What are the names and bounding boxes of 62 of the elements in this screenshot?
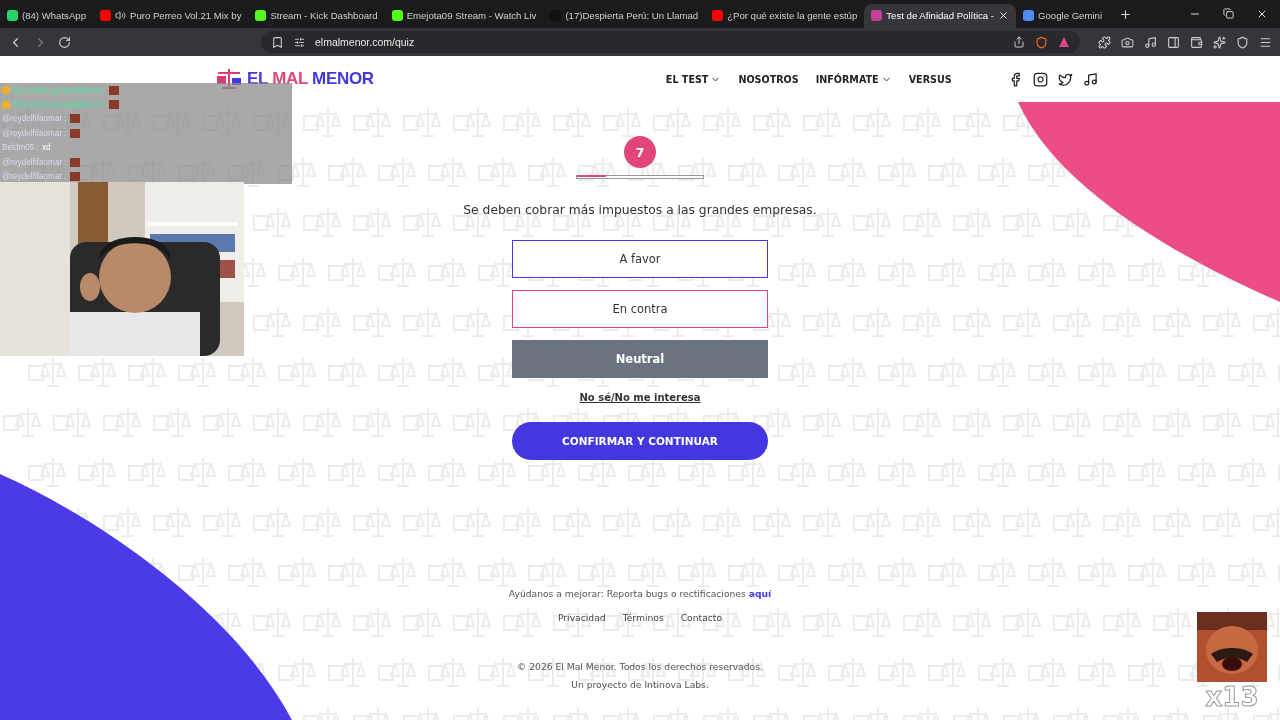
nav-link[interactable]: VERSUS <box>908 73 952 85</box>
copyright-text: © 2026 El Mal Menor. Todos los derechos reservados. <box>517 661 763 672</box>
chat-message: xd <box>41 143 51 153</box>
answer-button[interactable]: Neutral <box>512 340 768 378</box>
chat-username: ElLocoDeLaCasaBlanca : <box>13 100 107 110</box>
credit-text: Un proyecto de Intinova Labs. <box>571 679 709 690</box>
favicon-icon <box>100 10 111 21</box>
camera-icon[interactable] <box>1121 35 1134 49</box>
nav-link[interactable]: NOSOTROS <box>738 73 799 85</box>
browser-tab[interactable]: Puro Perreo Vol.21 Mix by <box>93 3 249 28</box>
new-tab-icon[interactable] <box>1119 7 1133 21</box>
chat-username: Beldm05 : <box>2 143 39 153</box>
chat-username: @reydelfifaomar : <box>2 172 67 182</box>
browser-tab[interactable]: Emejota09 Stream - Watch Liv <box>384 3 544 28</box>
footer-link[interactable]: Términos <box>622 612 664 623</box>
browser-tab[interactable]: Test de Afinidad Política - <box>864 3 1017 28</box>
close-icon[interactable] <box>1256 8 1268 20</box>
favicon-icon <box>391 10 403 21</box>
shield-icon[interactable] <box>1035 35 1048 49</box>
chat-username: ElLocoDeLaCasaBlanca : <box>13 85 107 95</box>
browser-tab[interactable]: Google Gemini <box>1016 3 1110 28</box>
bookmark-icon[interactable] <box>271 35 284 49</box>
share-icon[interactable] <box>1013 36 1025 48</box>
address-bar[interactable]: elmalmenor.com/quiz <box>261 31 1080 53</box>
site-info-icon[interactable] <box>294 36 305 48</box>
sidebar-icon[interactable] <box>1167 35 1180 49</box>
footer-link[interactable]: Privacidad <box>557 612 606 623</box>
browser-tab[interactable]: (17)Despierta Perú: Un Llamad <box>543 3 706 28</box>
confirm-button[interactable]: CONFIRMAR Y CONTINUAR <box>512 422 768 460</box>
nav-link[interactable]: EL TEST <box>665 73 722 85</box>
shield-icon[interactable] <box>1236 35 1249 49</box>
footer-link[interactable]: Contacto <box>680 612 723 623</box>
combo-count: x13 <box>1205 682 1259 712</box>
restore-icon[interactable] <box>1223 8 1234 19</box>
browser-tab[interactable]: ¿Por qué existe la gente estúp <box>705 3 865 28</box>
bird-icon[interactable] <box>1057 71 1073 87</box>
menu-icon[interactable] <box>1259 35 1272 49</box>
music-icon[interactable] <box>1082 71 1098 87</box>
question-text: Se deben cobrar más impuestos a las grandes empresas. <box>463 203 817 217</box>
triangle-icon[interactable] <box>1058 36 1070 48</box>
chat-username: @reydelfifaomar : <box>2 157 67 167</box>
reload-icon[interactable] <box>58 35 71 49</box>
music-icon[interactable] <box>1144 35 1157 49</box>
chat-username: @reydelfifaomar : <box>2 114 67 124</box>
extensions-icon[interactable] <box>1098 35 1111 49</box>
favicon-icon <box>871 10 883 21</box>
skip-link[interactable]: No sé/No me interesa <box>579 392 701 403</box>
question-number: 7 <box>624 136 656 168</box>
browser-tab[interactable]: Stream - Kick Dashboard <box>248 3 385 28</box>
feedback-link[interactable]: aquí <box>748 588 772 599</box>
chat-username: @reydelfifaomar : <box>2 128 67 138</box>
answer-button[interactable]: A favor <box>512 240 768 278</box>
favicon-icon <box>712 10 724 21</box>
wallet-icon[interactable] <box>1190 35 1203 49</box>
close-icon[interactable] <box>998 10 1010 21</box>
browser-tab[interactable]: (84) WhatsApp <box>0 3 93 28</box>
instagram-icon[interactable] <box>1032 71 1048 87</box>
favicon-icon <box>255 10 267 21</box>
nav-link[interactable]: INFÓRMATE <box>815 73 892 85</box>
feedback-text: Ayúdanos a mejorar: Reporta bugs o rectificaciones <box>508 588 747 599</box>
favicon-icon <box>7 10 18 21</box>
answer-button[interactable]: En contra <box>512 290 768 328</box>
